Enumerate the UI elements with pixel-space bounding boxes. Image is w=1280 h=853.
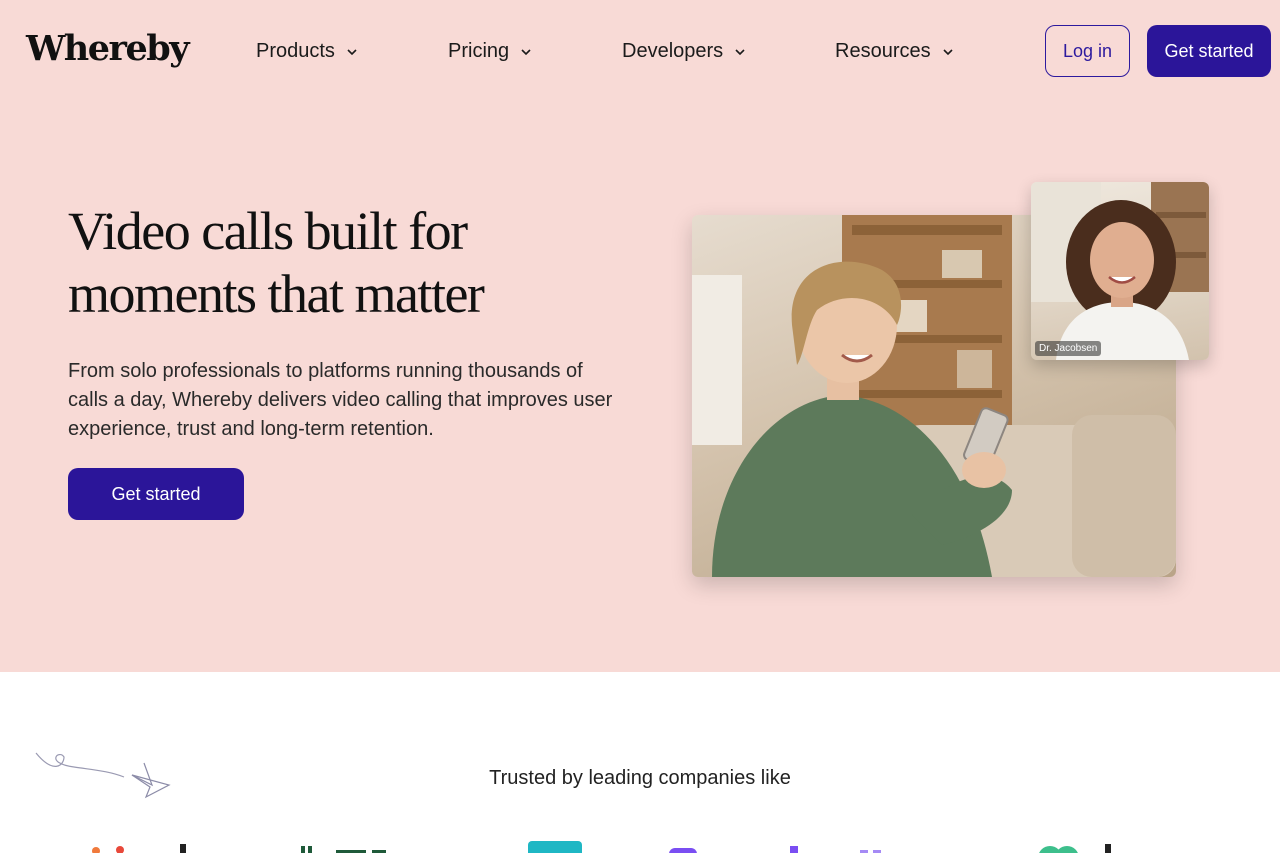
company-logo-1 [92,844,186,853]
trusted-heading: Trusted by leading companies like [489,767,791,789]
nav-developers[interactable]: Developers [622,40,747,63]
hero-title: Video calls built for moments that matte… [68,201,485,324]
nav-pricing[interactable]: Pricing [448,40,533,63]
chevron-down-icon [521,48,531,55]
hero-subtitle: From solo professionals to platforms run… [68,360,613,440]
chevron-down-icon [943,48,953,55]
nav-products[interactable]: Products [256,40,359,63]
participant-name-label: Dr. Jacobsen [1035,341,1102,356]
video-call-participant-tile: Dr. Jacobsen [1031,182,1209,360]
chevron-down-icon [347,48,357,55]
login-button[interactable]: Log in [1045,25,1130,77]
whereby-logo[interactable]: Whereby [26,28,190,69]
nav-products-label: Products [256,40,335,62]
nav-pricing-label: Pricing [448,40,510,62]
nav-developers-label: Developers [622,40,724,62]
hero-get-started-button[interactable]: Get started [68,468,244,520]
nav-resources-label: Resources [835,40,931,62]
header-get-started-button[interactable]: Get started [1147,25,1271,77]
company-logo-2 [301,846,386,853]
company-logo-5 [1039,844,1111,853]
company-logos [0,838,1280,853]
company-logo-3 [528,841,582,853]
chevron-down-icon [735,48,745,55]
doctor-illustration [1031,182,1209,360]
company-logo-4 [669,846,881,853]
nav-resources[interactable]: Resources [835,40,955,63]
